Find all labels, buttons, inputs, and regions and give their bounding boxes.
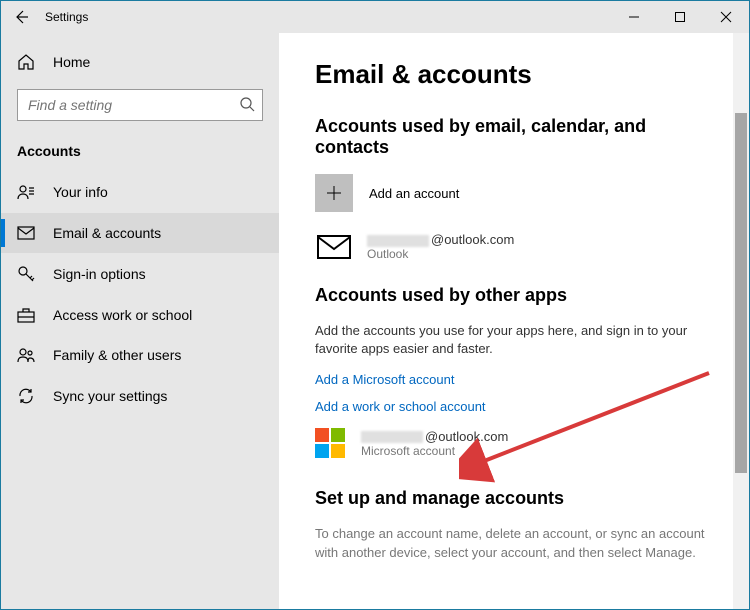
- add-account-button[interactable]: Add an account: [315, 174, 713, 212]
- window-title: Settings: [45, 10, 88, 24]
- microsoft-logo-icon: [315, 428, 345, 458]
- account-outlook[interactable]: @outlook.com Outlook: [315, 232, 713, 261]
- profile-icon: [17, 183, 37, 201]
- section-other-apps-desc: Add the accounts you use for your apps h…: [315, 322, 713, 358]
- home-icon: [17, 53, 37, 71]
- redacted-text: [367, 235, 429, 247]
- nav-your-info[interactable]: Your info: [1, 171, 279, 213]
- maximize-button[interactable]: [657, 1, 703, 33]
- account-provider: Outlook: [367, 247, 514, 261]
- envelope-icon: [315, 233, 353, 261]
- search-icon: [239, 96, 255, 112]
- close-icon: [720, 11, 732, 23]
- nav-label: Family & other users: [53, 347, 181, 363]
- nav-label: Access work or school: [53, 307, 192, 323]
- nav-home-label: Home: [53, 54, 90, 70]
- titlebar: Settings: [1, 1, 749, 33]
- section-manage-desc: To change an account name, delete an acc…: [315, 525, 713, 561]
- close-button[interactable]: [703, 1, 749, 33]
- back-button[interactable]: [1, 9, 41, 25]
- minimize-icon: [628, 11, 640, 23]
- sidebar-section-title: Accounts: [1, 133, 279, 171]
- nav-signin-options[interactable]: Sign-in options: [1, 253, 279, 295]
- briefcase-icon: [17, 307, 37, 323]
- plus-icon: [326, 185, 342, 201]
- sync-icon: [17, 387, 37, 405]
- main-panel: Email & accounts Accounts used by email,…: [279, 33, 749, 609]
- minimize-button[interactable]: [611, 1, 657, 33]
- add-account-label: Add an account: [369, 186, 459, 201]
- key-icon: [17, 265, 37, 283]
- sidebar: Home Accounts Your info: [1, 33, 279, 609]
- nav-email-accounts[interactable]: Email & accounts: [1, 213, 279, 253]
- search-input[interactable]: [17, 89, 263, 121]
- people-icon: [17, 347, 37, 363]
- scrollbar-thumb[interactable]: [735, 113, 747, 473]
- nav-home[interactable]: Home: [1, 45, 279, 79]
- nav-label: Sign-in options: [53, 266, 146, 282]
- window-controls: [611, 1, 749, 33]
- nav-sync-settings[interactable]: Sync your settings: [1, 375, 279, 417]
- page-title: Email & accounts: [315, 59, 713, 90]
- plus-tile: [315, 174, 353, 212]
- section-other-apps-title: Accounts used by other apps: [315, 285, 713, 306]
- nav-label: Sync your settings: [53, 388, 167, 404]
- scrollbar[interactable]: [733, 33, 749, 609]
- account-email: @outlook.com: [367, 232, 514, 247]
- nav-access-work-school[interactable]: Access work or school: [1, 295, 279, 335]
- nav-label: Email & accounts: [53, 225, 161, 241]
- redacted-text: [361, 431, 423, 443]
- section-email-accounts-title: Accounts used by email, calendar, and co…: [315, 116, 713, 158]
- annotation-arrow: [459, 363, 719, 483]
- nav-family-users[interactable]: Family & other users: [1, 335, 279, 375]
- search-box[interactable]: [17, 89, 263, 121]
- nav-label: Your info: [53, 184, 108, 200]
- arrow-left-icon: [13, 9, 29, 25]
- section-manage-title: Set up and manage accounts: [315, 488, 713, 509]
- mail-icon: [17, 226, 37, 240]
- maximize-icon: [674, 11, 686, 23]
